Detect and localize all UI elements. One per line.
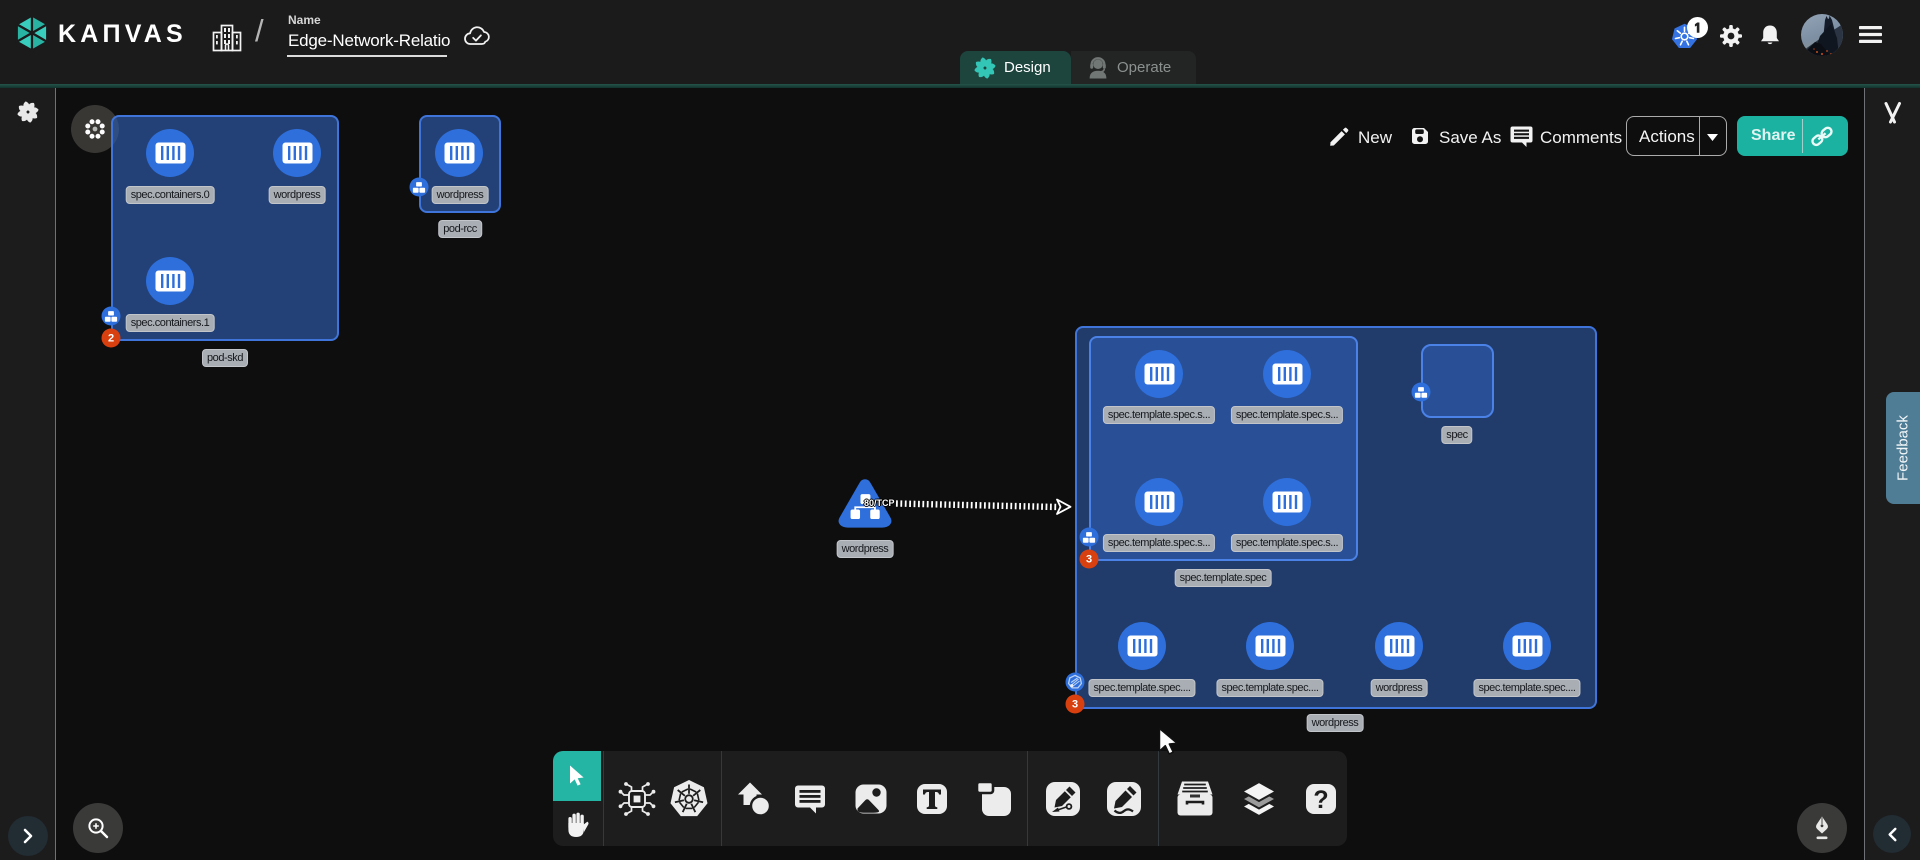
svg-text:?: ? xyxy=(1313,786,1328,814)
